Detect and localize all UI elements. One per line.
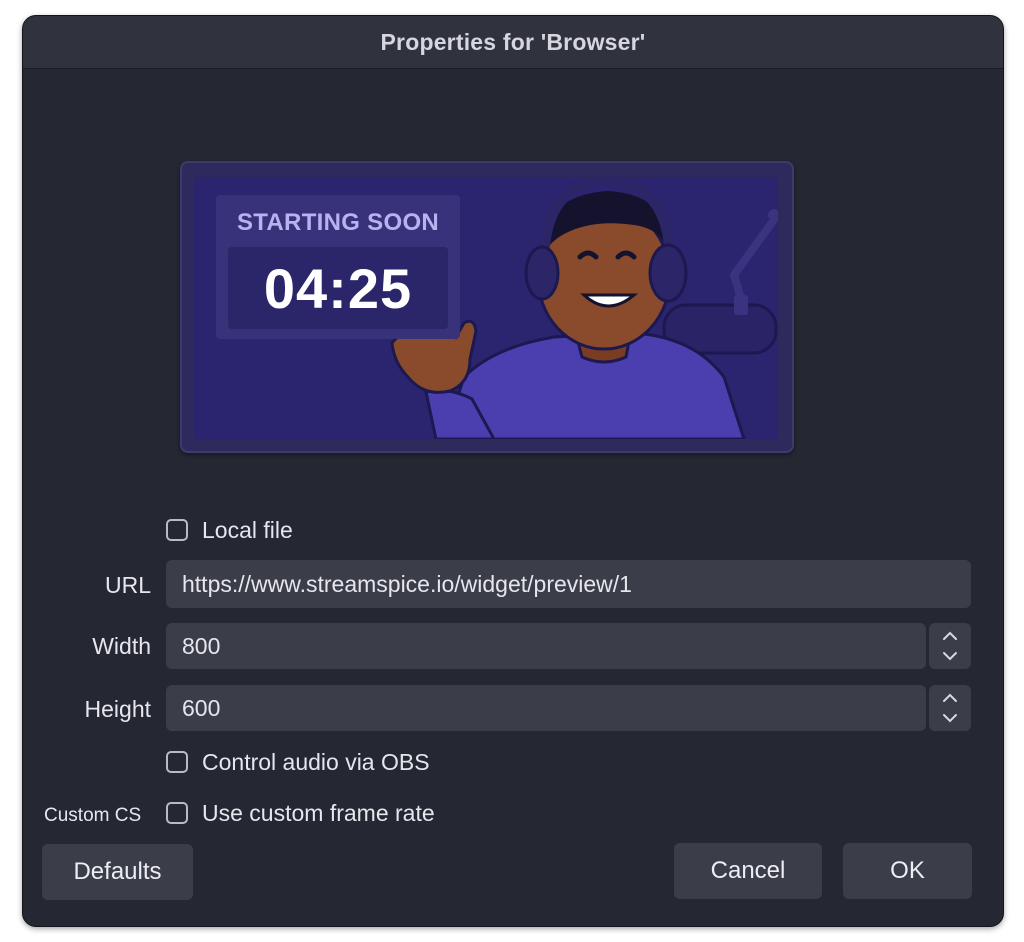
width-decrement-button[interactable] xyxy=(929,646,971,666)
chevron-up-icon xyxy=(943,693,957,702)
custom-frame-rate-label: Use custom frame rate xyxy=(202,800,435,826)
height-value: 600 xyxy=(182,694,221,721)
url-input[interactable]: https://www.streamspice.io/widget/previe… xyxy=(166,560,971,608)
local-file-checkbox[interactable] xyxy=(166,519,188,541)
height-increment-button[interactable] xyxy=(929,688,971,708)
ok-button[interactable]: OK xyxy=(843,843,972,899)
local-file-label: Local file xyxy=(202,517,293,543)
countdown-box: 04:25 xyxy=(228,247,448,329)
custom-frame-rate-checkbox[interactable] xyxy=(166,802,188,824)
url-label: URL xyxy=(104,572,151,598)
width-label: Width xyxy=(92,633,151,659)
chevron-up-icon xyxy=(943,631,957,640)
width-increment-button[interactable] xyxy=(929,626,971,646)
height-input[interactable]: 600 xyxy=(166,685,926,731)
preview-canvas: STARTING SOON 04:25 xyxy=(194,177,778,439)
countdown-time: 04:25 xyxy=(263,256,413,320)
defaults-button[interactable]: Defaults xyxy=(42,844,193,900)
control-audio-label: Control audio via OBS xyxy=(202,749,430,775)
height-decrement-button[interactable] xyxy=(929,708,971,728)
countdown-label: STARTING SOON xyxy=(236,209,440,236)
countdown-card: STARTING SOON 04:25 xyxy=(216,195,460,339)
browser-source-preview: STARTING SOON 04:25 xyxy=(180,161,794,453)
cancel-button[interactable]: Cancel xyxy=(674,843,822,899)
url-value: https://www.streamspice.io/widget/previe… xyxy=(182,570,632,597)
custom-css-label: Custom CS xyxy=(44,805,142,826)
width-stepper[interactable] xyxy=(929,623,971,669)
control-audio-checkbox[interactable] xyxy=(166,751,188,773)
properties-dialog: Properties for 'Browser' STARTING SOON 0… xyxy=(22,15,1004,927)
chevron-down-icon xyxy=(943,652,957,661)
title-bar: Properties for 'Browser' xyxy=(23,16,1003,69)
dialog-title: Properties for 'Browser' xyxy=(380,28,646,55)
width-input[interactable]: 800 xyxy=(166,623,926,669)
height-stepper[interactable] xyxy=(929,685,971,731)
chevron-down-icon xyxy=(943,714,957,723)
width-value: 800 xyxy=(182,632,221,659)
height-label: Height xyxy=(84,696,151,722)
